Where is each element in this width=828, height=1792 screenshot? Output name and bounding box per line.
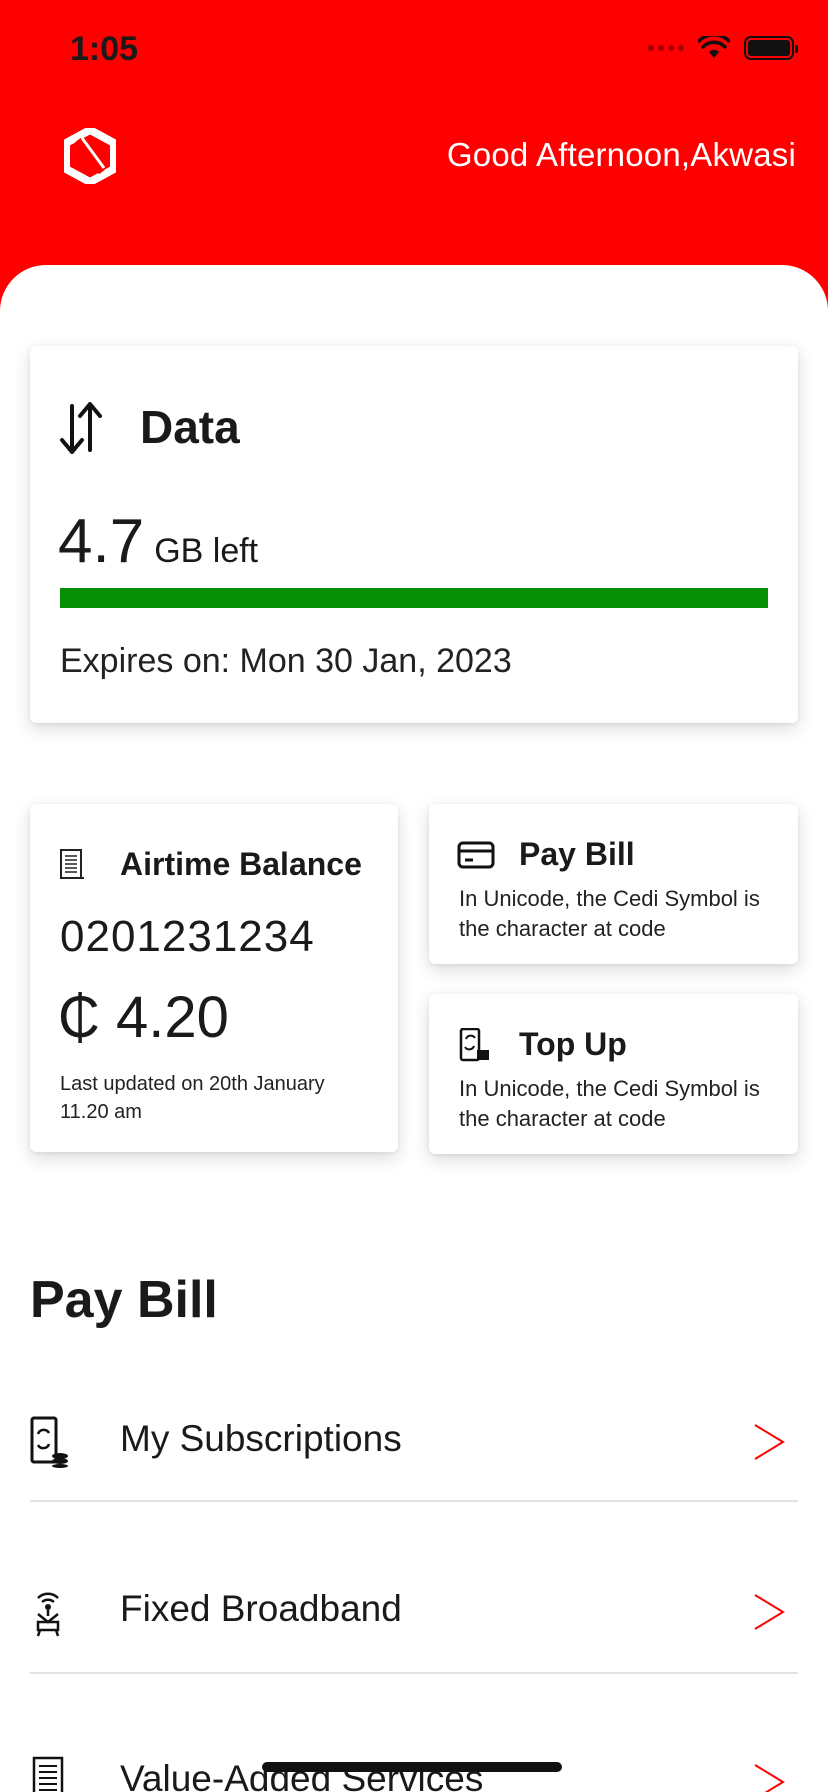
data-amount: 4.7 GB left — [58, 506, 258, 577]
top-up-card-description: In Unicode, the Cedi Symbol is the chara… — [459, 1076, 760, 1131]
airtime-balance-card[interactable]: Airtime Balance 0201231234 ₵ 4.20 Last u… — [30, 804, 398, 1152]
brand-logo-icon — [64, 128, 116, 184]
pay-bill-card[interactable]: Pay Bill In Unicode, the Cedi Symbol is … — [429, 804, 798, 964]
data-progress-bar — [60, 588, 768, 608]
mobile-top-up-icon — [459, 1028, 489, 1062]
phone-subscription-icon — [30, 1416, 68, 1468]
data-amount-value: 4.7 — [58, 507, 145, 576]
top-up-card[interactable]: Top Up In Unicode, the Cedi Symbol is th… — [429, 994, 798, 1154]
cellular-signal-icon — [648, 45, 684, 51]
chevron-right-icon[interactable] — [752, 1762, 786, 1792]
list-item-label: My Subscriptions — [120, 1418, 402, 1459]
data-transfer-icon — [60, 402, 102, 454]
status-icons — [648, 36, 798, 60]
credit-card-icon — [457, 841, 495, 869]
airtime-phone-number: 0201231234 — [60, 912, 315, 961]
greeting-text: Good Afternoon,Akwasi — [446, 136, 796, 173]
list-item-my-subscriptions[interactable]: My Subscriptions — [30, 1366, 798, 1506]
airtime-last-updated: Last updated on 20th January 11.20 am — [60, 1073, 325, 1123]
receipt-icon — [32, 1756, 64, 1792]
chevron-right-icon[interactable] — [752, 1422, 786, 1462]
airtime-card-title: Airtime Balance — [120, 846, 362, 882]
status-bar: 1:05 — [0, 0, 828, 100]
data-progress-fill — [60, 588, 768, 608]
list-item-label: Fixed Broadband — [120, 1588, 402, 1629]
pay-bill-section-title: Pay Bill — [30, 1271, 218, 1329]
battery-icon — [744, 36, 798, 60]
list-divider — [30, 1500, 798, 1502]
status-time: 1:05 — [70, 30, 139, 68]
broadband-router-icon — [36, 1592, 60, 1637]
airtime-balance-amount: ₵ 4.20 — [58, 985, 229, 1050]
list-item-value-added-services[interactable]: Value-Added Services — [30, 1706, 798, 1792]
data-amount-unit: GB left — [154, 532, 259, 570]
receipt-icon — [60, 849, 84, 879]
data-card-title: Data — [140, 401, 240, 453]
home-indicator[interactable] — [262, 1762, 562, 1772]
data-expiry-text: Expires on: Mon 30 Jan, 2023 — [60, 642, 512, 680]
pay-bill-card-title: Pay Bill — [519, 836, 635, 872]
chevron-right-icon[interactable] — [752, 1592, 786, 1632]
list-item-fixed-broadband[interactable]: Fixed Broadband — [30, 1536, 798, 1676]
list-divider — [30, 1672, 798, 1674]
wifi-icon — [698, 36, 730, 58]
data-card[interactable]: Data 4.7 GB left Expires on: Mon 30 Jan,… — [30, 346, 798, 723]
pay-bill-card-description: In Unicode, the Cedi Symbol is the chara… — [459, 886, 760, 941]
top-up-card-title: Top Up — [519, 1026, 627, 1062]
